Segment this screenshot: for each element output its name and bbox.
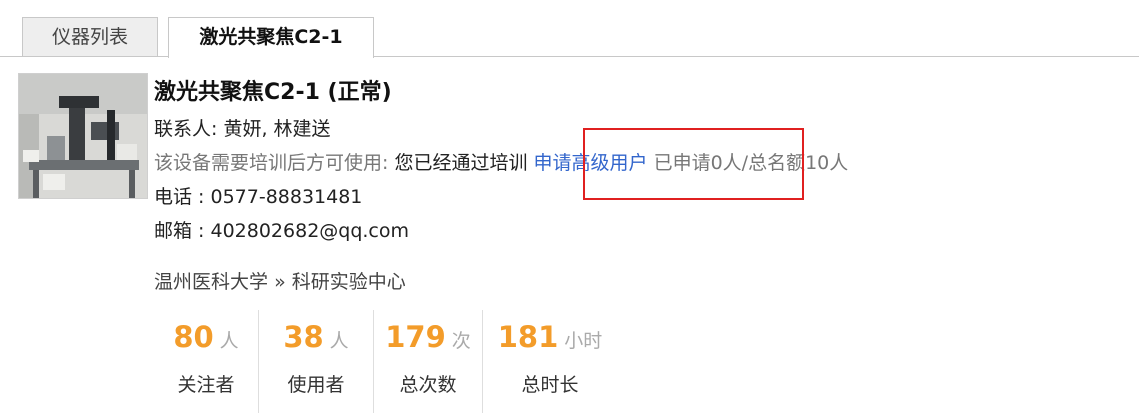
stat-users[interactable]: 38 人 使用者	[259, 310, 373, 413]
tab-instrument-list[interactable]: 仪器列表	[22, 17, 158, 56]
stat-uses[interactable]: 179 次 总次数	[374, 310, 482, 413]
instrument-title: 激光共聚焦C2-1 (正常)	[154, 80, 392, 105]
stat-uses-value: 179	[385, 320, 446, 354]
stat-hours-label: 总时长	[521, 374, 579, 396]
stat-followers[interactable]: 80 人 关注者	[154, 310, 258, 413]
instrument-photo[interactable]	[18, 73, 148, 199]
stat-uses-unit: 次	[451, 330, 471, 352]
breadcrumb-dept-link[interactable]: 科研实验中心	[292, 271, 406, 293]
stat-hours-value: 181	[497, 320, 559, 354]
stat-users-unit: 人	[329, 330, 349, 352]
training-status: 您已经通过培训	[394, 152, 528, 174]
training-requirement: 该设备需要培训后方可使用:	[154, 152, 389, 174]
stat-uses-label: 总次数	[399, 374, 457, 396]
breadcrumb: 温州医科大学 » 科研实验中心	[154, 265, 406, 299]
breadcrumb-org-link[interactable]: 温州医科大学	[154, 271, 268, 293]
stat-followers-value: 80	[173, 320, 214, 354]
stat-hours-unit: 小时	[564, 330, 603, 352]
tab-instrument-detail[interactable]: 激光共聚焦C2-1	[168, 17, 374, 58]
breadcrumb-separator: »	[274, 271, 286, 293]
stat-users-value: 38	[283, 320, 324, 354]
tab-bar: 仪器列表 激光共聚焦C2-1	[0, 0, 1139, 58]
stat-followers-unit: 人	[219, 330, 239, 352]
stat-followers-label: 关注者	[177, 374, 235, 396]
stat-hours[interactable]: 181 小时 总时长	[483, 310, 617, 413]
email: 邮箱 : 402802682@qq.com	[154, 220, 410, 242]
stat-users-label: 使用者	[287, 374, 345, 396]
microscope-image-icon	[19, 74, 147, 198]
highlight-annotation-box	[583, 128, 804, 200]
